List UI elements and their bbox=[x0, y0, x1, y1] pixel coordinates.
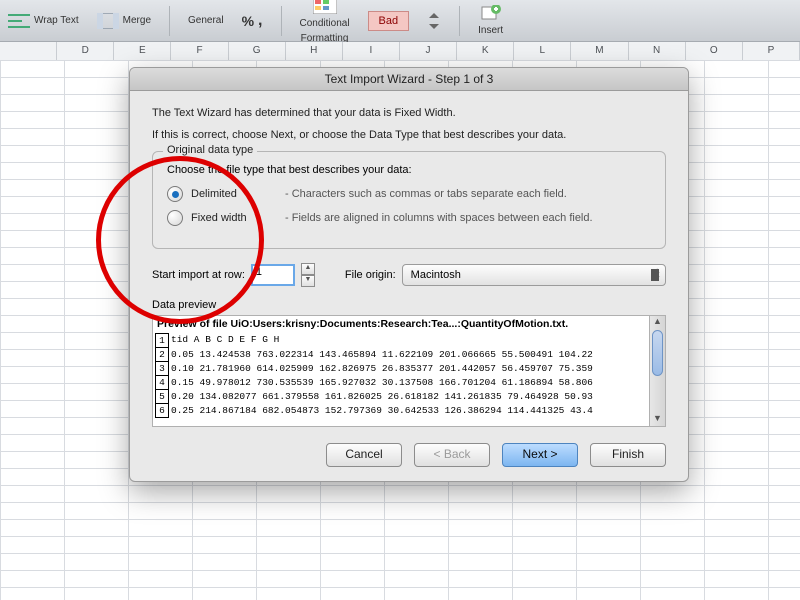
scroll-up-icon[interactable]: ▲ bbox=[650, 316, 665, 329]
delimited-radio[interactable] bbox=[167, 186, 183, 202]
original-data-type-legend: Original data type bbox=[163, 144, 257, 156]
data-preview-label: Data preview bbox=[152, 299, 666, 311]
file-origin-label: File origin: bbox=[345, 269, 396, 281]
fixed-width-option[interactable]: Fixed width - Fields are aligned in colu… bbox=[167, 210, 651, 226]
start-row-input[interactable]: 1 bbox=[251, 264, 295, 286]
delimited-option[interactable]: Delimited - Characters such as commas or… bbox=[167, 186, 651, 202]
start-row-stepper[interactable]: ▲ ▼ bbox=[301, 263, 315, 287]
back-button[interactable]: < Back bbox=[414, 443, 490, 467]
start-row-label: Start import at row: bbox=[152, 269, 245, 281]
next-button[interactable]: Next > bbox=[502, 443, 578, 467]
stepper-down-icon[interactable]: ▼ bbox=[301, 275, 315, 287]
data-preview-box: Preview of file UiO:Users:krisny:Documen… bbox=[152, 315, 666, 427]
cancel-button[interactable]: Cancel bbox=[326, 443, 402, 467]
preview-file-path: Preview of file UiO:Users:krisny:Documen… bbox=[153, 316, 665, 333]
scroll-down-icon[interactable]: ▼ bbox=[650, 413, 665, 426]
dialog-title: Text Import Wizard - Step 1 of 3 bbox=[130, 68, 688, 91]
choose-type-instruction: Choose the file type that best describes… bbox=[167, 164, 651, 176]
fixed-width-radio[interactable] bbox=[167, 210, 183, 226]
original-data-type-group: Original data type Choose the file type … bbox=[152, 151, 666, 249]
preview-row: 20.05 13.424538 763.022314 143.465894 11… bbox=[155, 348, 665, 362]
intro-line-2: If this is correct, choose Next, or choo… bbox=[152, 129, 666, 141]
text-import-wizard-dialog: Text Import Wizard - Step 1 of 3 The Tex… bbox=[129, 67, 689, 482]
preview-row: 40.15 49.978012 730.535539 165.927032 30… bbox=[155, 376, 665, 390]
finish-button[interactable]: Finish bbox=[590, 443, 666, 467]
preview-lines: 1tid A B C D E F G H20.05 13.424538 763.… bbox=[153, 333, 665, 418]
stepper-up-icon[interactable]: ▲ bbox=[301, 263, 315, 275]
intro-line-1: The Text Wizard has determined that your… bbox=[152, 107, 666, 119]
preview-row: 30.10 21.781960 614.025909 162.826975 26… bbox=[155, 362, 665, 376]
scroll-thumb[interactable] bbox=[652, 330, 663, 376]
file-origin-select[interactable]: Macintosh ▲▼ bbox=[402, 264, 666, 286]
preview-row: 1tid A B C D E F G H bbox=[155, 333, 665, 348]
preview-row: 50.20 134.082077 661.379558 161.826025 2… bbox=[155, 390, 665, 404]
select-arrows-icon: ▲▼ bbox=[653, 267, 661, 283]
preview-row: 60.25 214.867184 682.054873 152.797369 3… bbox=[155, 404, 665, 418]
preview-scrollbar[interactable]: ▲ ▼ bbox=[649, 316, 665, 426]
